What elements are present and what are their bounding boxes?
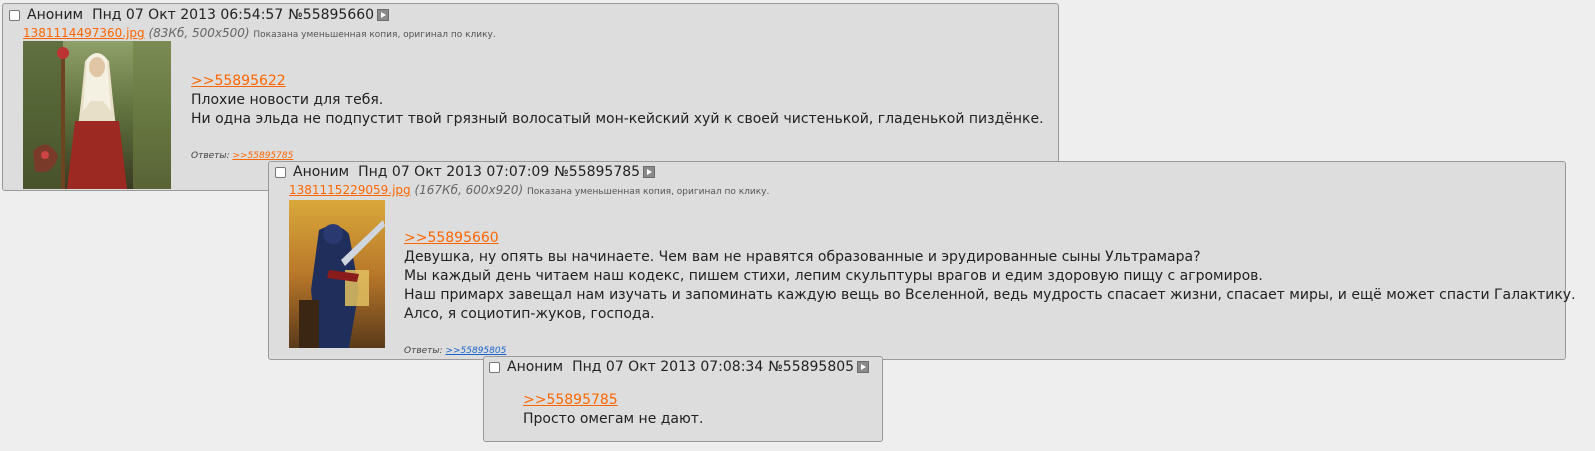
post-header: Аноним Пнд 07 Окт 2013 07:07:09 №5589578… bbox=[275, 163, 656, 181]
message-line: Просто омегам не дают. bbox=[523, 411, 704, 427]
file-name-link[interactable]: 1381114497360.jpg bbox=[23, 26, 145, 40]
post-number-link[interactable]: №55895805 bbox=[768, 359, 854, 375]
post-number-link[interactable]: №55895660 bbox=[288, 7, 374, 23]
file-hint: Показана уменьшенная копия, оригинал по … bbox=[527, 187, 770, 197]
post-header: Аноним Пнд 07 Окт 2013 07:08:34 №5589580… bbox=[489, 358, 870, 376]
post-thumbnail[interactable] bbox=[23, 41, 171, 189]
post-select-checkbox[interactable] bbox=[9, 9, 20, 21]
post-message: >>55895785 Просто омегам не дают. bbox=[523, 391, 703, 429]
post-replies: Ответы: >>55895785 bbox=[191, 151, 293, 161]
reply-to-link[interactable]: >>55895785 bbox=[523, 391, 703, 410]
expand-play-icon[interactable] bbox=[857, 361, 870, 373]
post-select-checkbox[interactable] bbox=[489, 361, 500, 373]
message-line: Девушка, ну опять вы начинаете. Чем вам … bbox=[404, 249, 1201, 265]
post-message: >>55895660 Девушка, ну опять вы начинает… bbox=[404, 229, 1576, 324]
file-meta: (83Кб, 500x500) bbox=[148, 26, 250, 40]
post-header: Аноним Пнд 07 Окт 2013 06:54:57 №5589566… bbox=[9, 6, 390, 24]
post-author: Аноним bbox=[293, 164, 350, 180]
post-author: Аноним bbox=[27, 7, 84, 23]
post-date: Пнд 07 Окт 2013 07:07:09 bbox=[358, 164, 550, 180]
replies-label: Ответы: bbox=[191, 151, 230, 161]
replies-label: Ответы: bbox=[404, 346, 443, 356]
post-thumbnail[interactable] bbox=[289, 200, 385, 348]
file-info: 1381114497360.jpg (83Кб, 500x500) Показа… bbox=[23, 26, 496, 40]
post-select-checkbox[interactable] bbox=[275, 166, 286, 178]
message-line: Плохие новости для тебя. bbox=[191, 92, 384, 108]
reply-to-link[interactable]: >>55895660 bbox=[404, 229, 1576, 248]
post-55895805: Аноним Пнд 07 Окт 2013 07:08:34 №5589580… bbox=[483, 356, 883, 442]
reply-backlink[interactable]: >>55895805 bbox=[445, 346, 506, 356]
thumbnail-image-eldar bbox=[23, 41, 171, 189]
message-line: Алсо, я социотип-жуков, господа. bbox=[404, 306, 655, 322]
message-line: Мы каждый день читаем наш кодекс, пишем … bbox=[404, 268, 1263, 284]
thumbnail-image-ultramarine bbox=[289, 200, 385, 348]
post-55895785: Аноним Пнд 07 Окт 2013 07:07:09 №5589578… bbox=[268, 161, 1576, 360]
post-number-link[interactable]: №55895785 bbox=[554, 164, 640, 180]
file-hint: Показана уменьшенная копия, оригинал по … bbox=[253, 30, 496, 40]
expand-play-icon[interactable] bbox=[377, 9, 390, 21]
message-line: Наш примарх завещал нам изучать и запоми… bbox=[404, 287, 1576, 303]
expand-play-icon[interactable] bbox=[643, 166, 656, 178]
file-name-link[interactable]: 1381115229059.jpg bbox=[289, 183, 411, 197]
post-date: Пнд 07 Окт 2013 07:08:34 bbox=[572, 359, 764, 375]
message-line: Ни одна эльда не подпустит твой грязный … bbox=[191, 111, 1044, 127]
reply-backlink[interactable]: >>55895785 bbox=[232, 151, 293, 161]
post-replies: Ответы: >>55895805 bbox=[404, 346, 506, 356]
reply-to-link[interactable]: >>55895622 bbox=[191, 72, 1044, 91]
post-date: Пнд 07 Окт 2013 06:54:57 bbox=[92, 7, 284, 23]
post-author: Аноним bbox=[507, 359, 564, 375]
post-message: >>55895622 Плохие новости для тебя. Ни о… bbox=[191, 72, 1044, 129]
file-meta: (167Кб, 600x920) bbox=[414, 183, 524, 197]
file-info: 1381115229059.jpg (167Кб, 600x920) Показ… bbox=[289, 183, 769, 197]
